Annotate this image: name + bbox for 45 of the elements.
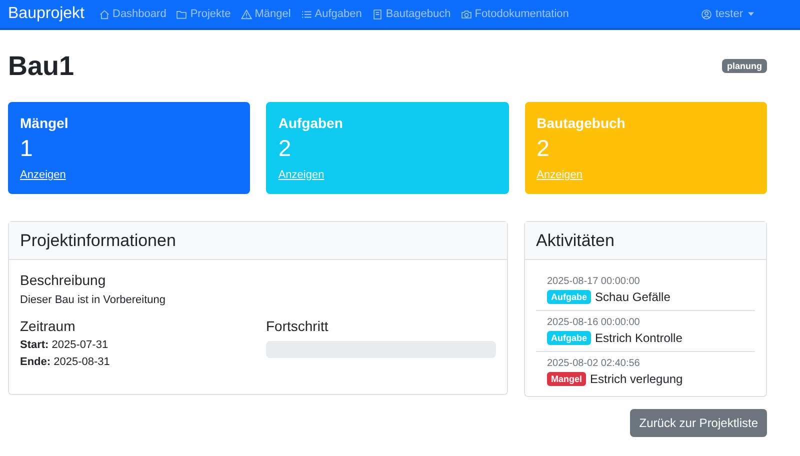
card-title: Aktivitäten (536, 230, 614, 250)
user-menu[interactable]: tester (701, 8, 754, 20)
activity-text: Estrich Kontrolle (595, 331, 682, 345)
show-link[interactable]: Anzeigen (536, 169, 583, 181)
card-title: Bautagebuch (536, 115, 626, 131)
section-heading: Zeitraum (20, 318, 76, 334)
type-badge: Aufgabe (547, 290, 591, 304)
warning-icon (240, 8, 252, 20)
section-heading: Beschreibung (20, 272, 107, 288)
start-date: Start: 2025-07-31 (20, 339, 110, 351)
activity-time: 2025-08-02 02:40:56 (547, 358, 641, 369)
activity-text: Estrich verlegung (590, 372, 683, 386)
camera-icon (460, 8, 472, 20)
show-link[interactable]: Anzeigen (278, 169, 324, 181)
house-icon (98, 8, 110, 20)
nav-link[interactable]: Bautagebuch (372, 8, 451, 20)
nav-link[interactable]: Mängel (240, 8, 291, 20)
nav-link[interactable]: Dashboard (98, 8, 166, 20)
count: 2 (278, 135, 292, 162)
activity-text: Schau Gefälle (595, 290, 670, 304)
activity-time: 2025-08-16 00:00:00 (547, 317, 641, 328)
caret-icon (748, 12, 754, 16)
status-badge: planung (722, 59, 767, 73)
card-title: Projektinformationen (20, 230, 176, 250)
back-button[interactable]: Zurück zur Projektliste (630, 409, 767, 437)
card-title: Mängel (20, 115, 70, 131)
card-title: Aufgaben (278, 115, 344, 131)
nav-link[interactable]: Fotodokumentation (460, 8, 569, 20)
section-heading: Fortschritt (266, 318, 330, 334)
nav-link[interactable]: Aufgaben (300, 8, 362, 20)
page-title: Bau1 (8, 50, 74, 82)
end-date: Ende: 2025-08-31 (20, 356, 111, 368)
journal-icon (372, 8, 383, 20)
nav-link[interactable]: Projekte (176, 8, 231, 20)
count: 1 (20, 135, 34, 162)
user-icon (701, 8, 712, 20)
folder-icon (176, 8, 188, 20)
type-badge: Aufgabe (547, 331, 591, 345)
description-text: Dieser Bau ist in Vorbereitung (20, 294, 167, 306)
show-link[interactable]: Anzeigen (20, 169, 66, 181)
activity-time: 2025-08-17 00:00:00 (547, 276, 641, 287)
count: 2 (536, 135, 550, 162)
list-icon (300, 8, 312, 20)
brand-link[interactable]: Bauprojekt (8, 5, 84, 23)
type-badge: Mangel (547, 372, 586, 386)
